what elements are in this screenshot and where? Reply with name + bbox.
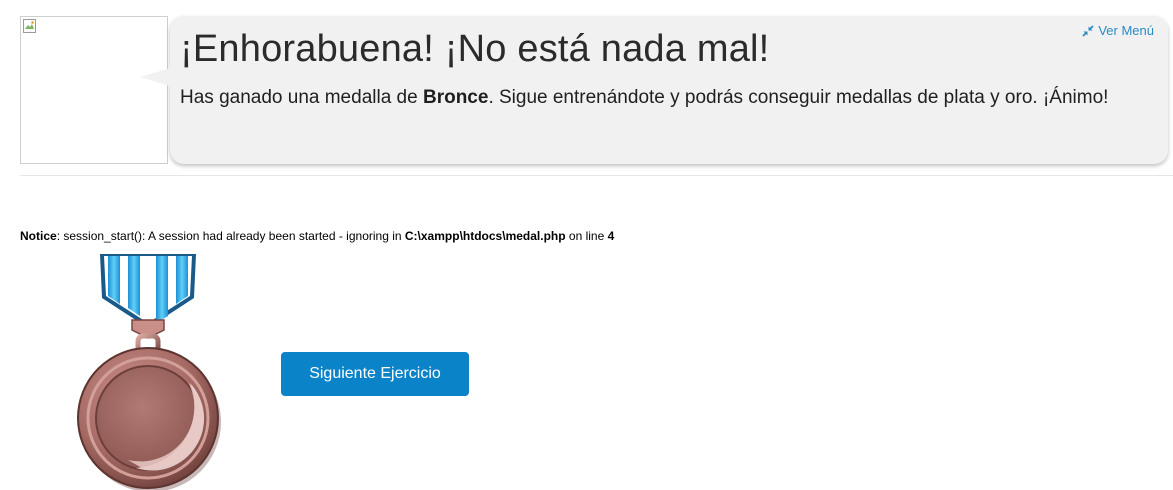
message-suffix: . Sigue entrenándote y podrás conseguir … bbox=[488, 87, 1109, 108]
header-divider bbox=[20, 175, 1173, 176]
message-prefix: Has ganado una medalla de bbox=[180, 87, 423, 108]
congratulations-headline: ¡Enhorabuena! ¡No está nada mal! bbox=[180, 28, 770, 70]
notice-line-number: 4 bbox=[607, 229, 615, 243]
compress-arrows-icon bbox=[1082, 24, 1094, 37]
medal-type: Bronce bbox=[422, 87, 489, 108]
view-menu-link[interactable]: Ver Menú bbox=[1082, 23, 1154, 38]
speech-bubble-tail bbox=[140, 68, 170, 86]
next-exercise-button[interactable]: Siguiente Ejercicio bbox=[281, 352, 469, 396]
notice-line-text: on line bbox=[565, 229, 608, 243]
notice-file-path: C:\xampp\htdocs\medal.php bbox=[404, 229, 566, 243]
medal-message: Has ganado una medalla de Bronce. Sigue … bbox=[180, 83, 1155, 112]
speech-bubble: ¡Enhorabuena! ¡No está nada mal! Has gan… bbox=[140, 16, 1168, 164]
avatar-image bbox=[20, 16, 168, 164]
bronze-medal-icon bbox=[77, 254, 221, 490]
notice-text: : session_start(): A session had already… bbox=[56, 229, 405, 243]
view-menu-label: Ver Menú bbox=[1098, 23, 1154, 38]
notice-label: Notice bbox=[20, 229, 57, 243]
broken-image-icon bbox=[23, 19, 36, 33]
php-notice: Notice: session_start(): A session had a… bbox=[20, 229, 614, 243]
